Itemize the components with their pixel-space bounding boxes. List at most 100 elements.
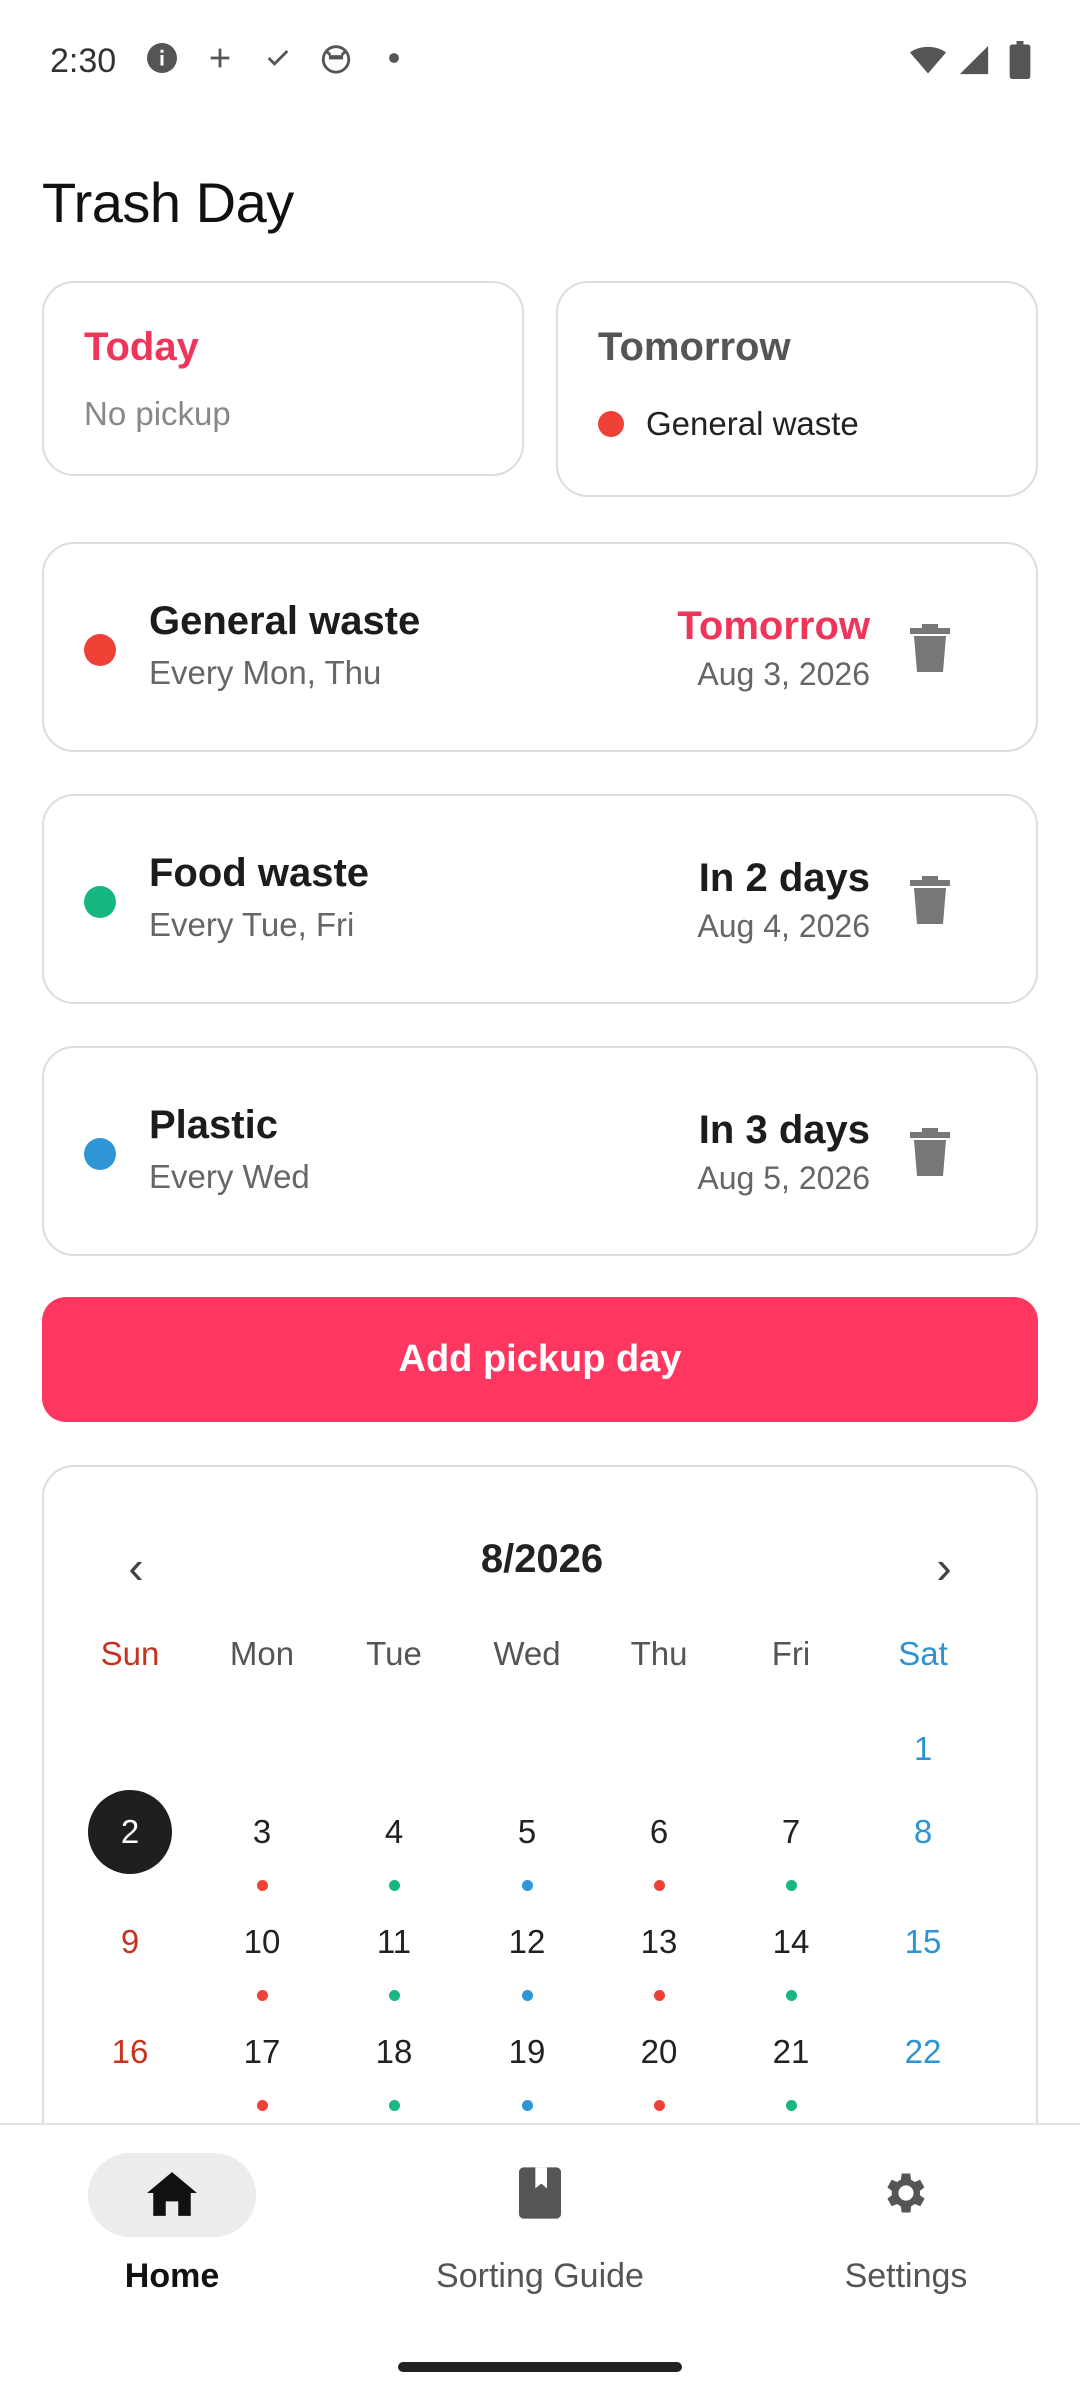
calendar-day[interactable]: 12 [461, 1900, 593, 2010]
nav-settings-pill [822, 2153, 990, 2237]
calendar-day[interactable]: 15 [857, 1900, 989, 2010]
pickup-card-general-waste[interactable]: General waste Every Mon, Thu Tomorrow Au… [42, 542, 1038, 752]
calendar-day[interactable]: 2 [64, 1790, 196, 1900]
calendar-day-number: 4 [384, 1813, 404, 1850]
calendar-day[interactable]: 17 [196, 2010, 328, 2120]
pickup-dot [653, 2100, 665, 2111]
calendar-day[interactable]: 3 [196, 1790, 328, 1900]
calendar-day[interactable]: 16 [64, 2010, 196, 2120]
calendar-day-number: 12 [508, 1923, 546, 1960]
calendar-day-number: 16 [111, 2033, 149, 2070]
pickup-date: Aug 4, 2026 [697, 908, 870, 944]
calendar: ‹ 8/2026 › Sun Mon Tue Wed Thu Fri Sat 1234567… [42, 1465, 1038, 2165]
next-month-button[interactable]: › [904, 1527, 984, 1607]
calendar-day-number: 22 [904, 2033, 942, 2070]
nav-sorting-guide-label: Sorting Guide [436, 2257, 644, 2295]
calendar-day-number: 3 [252, 1813, 272, 1850]
nav-sorting-guide[interactable]: Sorting Guide [390, 2153, 690, 2296]
calendar-day-number: 1 [913, 1730, 933, 1767]
calendar-day[interactable]: 5 [461, 1790, 593, 1900]
calendar-day[interactable]: 11 [328, 1900, 460, 2010]
dot-icon [376, 40, 412, 76]
pickup-dot [388, 1880, 400, 1891]
home-indicator [398, 2362, 682, 2372]
pickup-dot [521, 1880, 533, 1891]
status-bar: 2:30 [0, 0, 1080, 130]
weekday-label: Mon [229, 1635, 295, 1672]
calendar-day[interactable]: 4 [328, 1790, 460, 1900]
weekday-label: Fri [771, 1635, 811, 1672]
weekday-label: Thu [630, 1635, 688, 1672]
calendar-day[interactable]: 6 [593, 1790, 725, 1900]
pickup-dot [256, 2100, 268, 2111]
gear-icon [880, 2167, 932, 2224]
pickup-schedule: Every Mon, Thu [149, 654, 382, 691]
system-icons [910, 41, 1038, 79]
calendar-day-number: 17 [243, 2033, 281, 2070]
calendar-day[interactable]: 8 [857, 1790, 989, 1900]
nav-home[interactable]: Home [22, 2153, 322, 2296]
nav-settings-label: Settings [844, 2257, 968, 2295]
pickup-dot [653, 1880, 665, 1891]
bottom-navigation: Home Sorting Guide Settings [0, 2123, 1080, 2400]
plus-icon [202, 40, 238, 76]
calendar-day[interactable]: 10 [196, 1900, 328, 2010]
weekday-label: Sun [100, 1635, 160, 1672]
tomorrow-item-label: General waste [646, 405, 859, 442]
signal-icon [956, 42, 992, 78]
delete-icon[interactable] [902, 872, 958, 928]
calendar-day-number: 13 [640, 1923, 678, 1960]
waste-color-dot [84, 634, 116, 666]
pickup-schedule: Every Wed [149, 1158, 310, 1195]
pickup-card-food-waste[interactable]: Food waste Every Tue, Fri In 2 days Aug … [42, 794, 1038, 1004]
waste-color-dot [84, 886, 116, 918]
calendar-day[interactable]: 19 [461, 2010, 593, 2120]
pickup-dot [256, 1880, 268, 1891]
pickup-dot [521, 2100, 533, 2111]
book-icon [519, 2166, 561, 2224]
nav-settings[interactable]: Settings [756, 2153, 1056, 2296]
pickup-countdown: In 3 days [698, 1108, 870, 1152]
notification-icons [144, 40, 412, 76]
calendar-day-number: 14 [772, 1923, 810, 1960]
calendar-day[interactable]: 18 [328, 2010, 460, 2120]
pickup-name: General waste [149, 599, 421, 643]
pickup-dot [521, 1990, 533, 2001]
pickup-dot [388, 2100, 400, 2111]
calendar-day[interactable]: 22 [857, 2010, 989, 2120]
calendar-day-number: 18 [375, 2033, 413, 2070]
calendar-day[interactable]: 20 [593, 2010, 725, 2120]
wifi-icon [910, 42, 946, 78]
calendar-day-number: 2 [88, 1790, 172, 1874]
pickup-countdown: In 2 days [698, 856, 870, 900]
pickup-card-plastic[interactable]: Plastic Every Wed In 3 days Aug 5, 2026 [42, 1046, 1038, 1256]
status-time: 2:30 [50, 42, 117, 80]
cat-face-icon [318, 40, 354, 76]
calendar-day-number: 7 [781, 1813, 801, 1850]
delete-icon[interactable] [902, 620, 958, 676]
today-label: Today [84, 325, 199, 369]
pickup-date: Aug 5, 2026 [697, 1160, 870, 1196]
calendar-day[interactable]: 7 [725, 1790, 857, 1900]
pickup-dot [785, 1990, 797, 2001]
calendar-day-number: 6 [649, 1813, 669, 1850]
calendar-day-number: 8 [913, 1813, 933, 1850]
pickup-dot [653, 1990, 665, 2001]
waste-color-dot [84, 1138, 116, 1170]
pickup-dot [388, 1990, 400, 2001]
pickup-dot [256, 1990, 268, 2001]
calendar-day-number: 21 [772, 2033, 810, 2070]
tomorrow-summary-card: Tomorrow General waste [556, 281, 1038, 497]
calendar-day[interactable]: 13 [593, 1900, 725, 2010]
add-pickup-day-button[interactable]: Add pickup day [42, 1297, 1038, 1422]
weekday-label: Tue [366, 1635, 422, 1672]
calendar-day[interactable]: 14 [725, 1900, 857, 2010]
calendar-day[interactable]: 21 [725, 2010, 857, 2120]
nav-sorting-guide-pill [456, 2153, 624, 2237]
calendar-day[interactable]: 9 [64, 1900, 196, 2010]
pickup-name: Plastic [149, 1103, 278, 1147]
pickup-dot [785, 2100, 797, 2111]
calendar-day-number: 19 [508, 2033, 546, 2070]
delete-icon[interactable] [902, 1124, 958, 1180]
weekday-label: Sat [898, 1635, 948, 1672]
